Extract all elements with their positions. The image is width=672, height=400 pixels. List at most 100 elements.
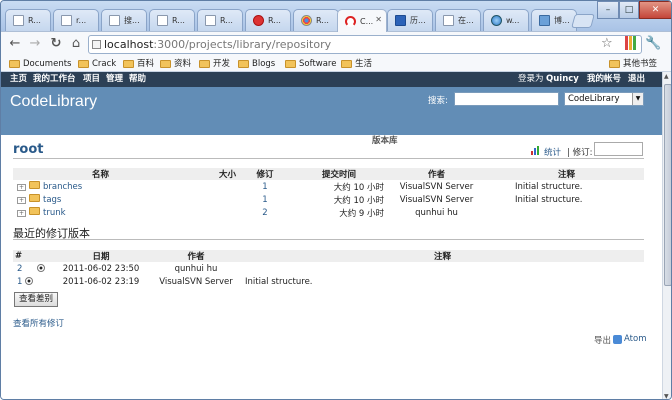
menu-my-page[interactable]: 我的工作台 — [33, 72, 76, 87]
extension-icon[interactable] — [625, 36, 636, 50]
bookmark-folder[interactable]: Documents — [9, 56, 71, 72]
revision-link[interactable]: 1 — [262, 182, 267, 192]
browser-tab[interactable]: 历... — [387, 9, 433, 31]
project-title: CodeLibrary — [10, 93, 98, 110]
tab-activity[interactable]: 活动 — [47, 135, 70, 148]
browser-tab[interactable]: r... — [53, 9, 99, 31]
revision-link[interactable]: 2 — [17, 264, 22, 274]
address-bar[interactable]: localhost:3000/projects/library/reposito… — [88, 35, 642, 54]
revision-link[interactable]: 1 — [262, 195, 267, 205]
other-bookmarks[interactable]: 其他书签 — [609, 56, 657, 72]
close-tab-icon[interactable]: ✕ — [375, 15, 382, 24]
browser-tab[interactable]: R... — [293, 9, 339, 31]
expand-icon[interactable]: + — [17, 197, 26, 204]
browser-tab[interactable]: 博... — [531, 9, 577, 31]
tab-wiki[interactable]: Wiki — [303, 135, 330, 148]
revision-link[interactable]: 2 — [262, 208, 267, 218]
tab-gantt[interactable]: 甘特图 — [162, 135, 194, 148]
radio-to[interactable] — [37, 264, 45, 272]
browser-tab[interactable]: 搜... — [101, 9, 147, 31]
column-header[interactable]: 作者 — [384, 168, 489, 180]
folder-icon — [160, 60, 171, 68]
entry-link[interactable]: branches — [43, 182, 82, 192]
bookmark-folder[interactable]: Software — [285, 56, 336, 72]
scroll-down-icon[interactable]: ▼ — [664, 393, 669, 399]
project-select[interactable]: CodeLibrary ▼ — [564, 92, 644, 106]
browser-tab-active[interactable]: C... ✕ — [337, 9, 387, 32]
user-link[interactable]: Quincy — [546, 72, 579, 87]
tab-strip: R... r... 搜... R... R... R... R... C... ✕… — [1, 1, 671, 32]
stats-link[interactable]: 统计 — [544, 146, 561, 158]
expand-icon[interactable]: + — [17, 184, 26, 191]
bookmark-folder[interactable]: 百科 — [123, 56, 154, 72]
browser-tab[interactable]: R... — [245, 9, 291, 31]
bookmark-star-icon[interactable]: ☆ — [601, 31, 613, 56]
scrollbar[interactable]: ▲ ▼ — [662, 72, 671, 399]
column-header[interactable]: 注释 — [489, 168, 644, 180]
tab-calendar[interactable]: 日历 — [204, 135, 227, 148]
bookmark-folder[interactable]: 生活 — [341, 56, 372, 72]
tab-settings[interactable]: 配置 — [413, 135, 436, 148]
menu-admin[interactable]: 管理 — [106, 72, 123, 87]
view-all-revisions-link[interactable]: 查看所有修订 — [13, 317, 64, 329]
entry-author: VisualSVN Server — [399, 194, 474, 205]
radio-to[interactable] — [37, 275, 51, 288]
atom-link[interactable]: Atom — [624, 334, 646, 344]
maximize-button[interactable]: □ — [619, 1, 639, 19]
forward-icon[interactable]: → — [26, 35, 44, 53]
menu-projects[interactable]: 项目 — [83, 72, 100, 87]
my-account-link[interactable]: 我的帐号 — [587, 72, 621, 87]
folder-icon — [285, 60, 296, 68]
radio-from[interactable] — [25, 277, 33, 285]
logout-link[interactable]: 退出 — [628, 72, 645, 87]
revision-input[interactable] — [594, 142, 643, 156]
bookmark-folder[interactable]: Crack — [78, 56, 116, 72]
scroll-up-icon[interactable]: ▲ — [664, 73, 669, 80]
tab-files[interactable]: 文件 — [338, 135, 361, 148]
expand-icon[interactable]: + — [17, 210, 26, 217]
chevron-down-icon: ▼ — [632, 93, 643, 105]
revision-author: qunhui hu — [174, 263, 218, 274]
tab-new-issue[interactable]: 新建问题 — [112, 135, 152, 148]
back-icon[interactable]: ← — [6, 35, 24, 53]
entry-link[interactable]: trunk — [43, 208, 66, 218]
revision-link[interactable]: 1 — [17, 277, 22, 287]
browser-tab[interactable]: R... — [197, 9, 243, 31]
view-diff-button[interactable]: 查看差别 — [14, 292, 59, 307]
menu-home[interactable]: 主页 — [10, 72, 27, 87]
reload-icon[interactable]: ↻ — [47, 35, 65, 53]
divider — [13, 158, 644, 159]
bookmark-folder[interactable]: 资料 — [160, 56, 191, 72]
tab-repository[interactable]: 版本库 — [367, 135, 403, 148]
menu-help[interactable]: 帮助 — [129, 72, 146, 87]
bookmark-folder[interactable]: Blogs — [238, 56, 275, 72]
minimize-button[interactable]: – — [597, 1, 619, 19]
close-window-button[interactable]: ✕ — [639, 1, 671, 19]
project-header: CodeLibrary 搜索: CodeLibrary ▼ 概述 活动 问题 新建… — [1, 87, 662, 148]
browser-tab[interactable]: w... — [483, 9, 529, 31]
tab-documents[interactable]: 文档 — [269, 135, 292, 148]
top-menu: 主页 我的工作台 项目 管理 帮助 登录为 Quincy 我的帐号 退出 — [1, 72, 662, 87]
wrench-icon[interactable]: 🔧 — [645, 31, 661, 56]
tab-news[interactable]: 新闻 — [236, 135, 259, 148]
new-tab-button[interactable] — [571, 14, 595, 28]
scrollbar-thumb[interactable] — [664, 84, 671, 286]
search-input[interactable] — [454, 92, 559, 106]
entry-link[interactable]: tags — [43, 195, 61, 205]
table-header-row: # 日期 作者 注释 — [13, 250, 644, 262]
home-icon[interactable]: ⌂ — [67, 35, 85, 53]
page-content: 主页 我的工作台 项目 管理 帮助 登录为 Quincy 我的帐号 退出 Cod… — [1, 72, 662, 399]
column-header[interactable]: 名称 — [13, 168, 188, 180]
page-icon — [109, 15, 120, 26]
entry-comment: Initial structure. — [515, 181, 583, 192]
search-label: 搜索: — [428, 96, 448, 106]
column-header[interactable]: 提交时间 — [294, 168, 384, 180]
column-header[interactable]: 修订 — [236, 168, 294, 180]
browser-tab[interactable]: 在... — [435, 9, 481, 31]
tab-issues[interactable]: 问题 — [80, 135, 103, 148]
radio-from[interactable] — [25, 262, 37, 275]
column-header[interactable]: 大小 — [188, 168, 236, 180]
browser-tab[interactable]: R... — [149, 9, 195, 31]
bookmark-folder[interactable]: 开发 — [199, 56, 230, 72]
browser-tab[interactable]: R... — [5, 9, 51, 31]
